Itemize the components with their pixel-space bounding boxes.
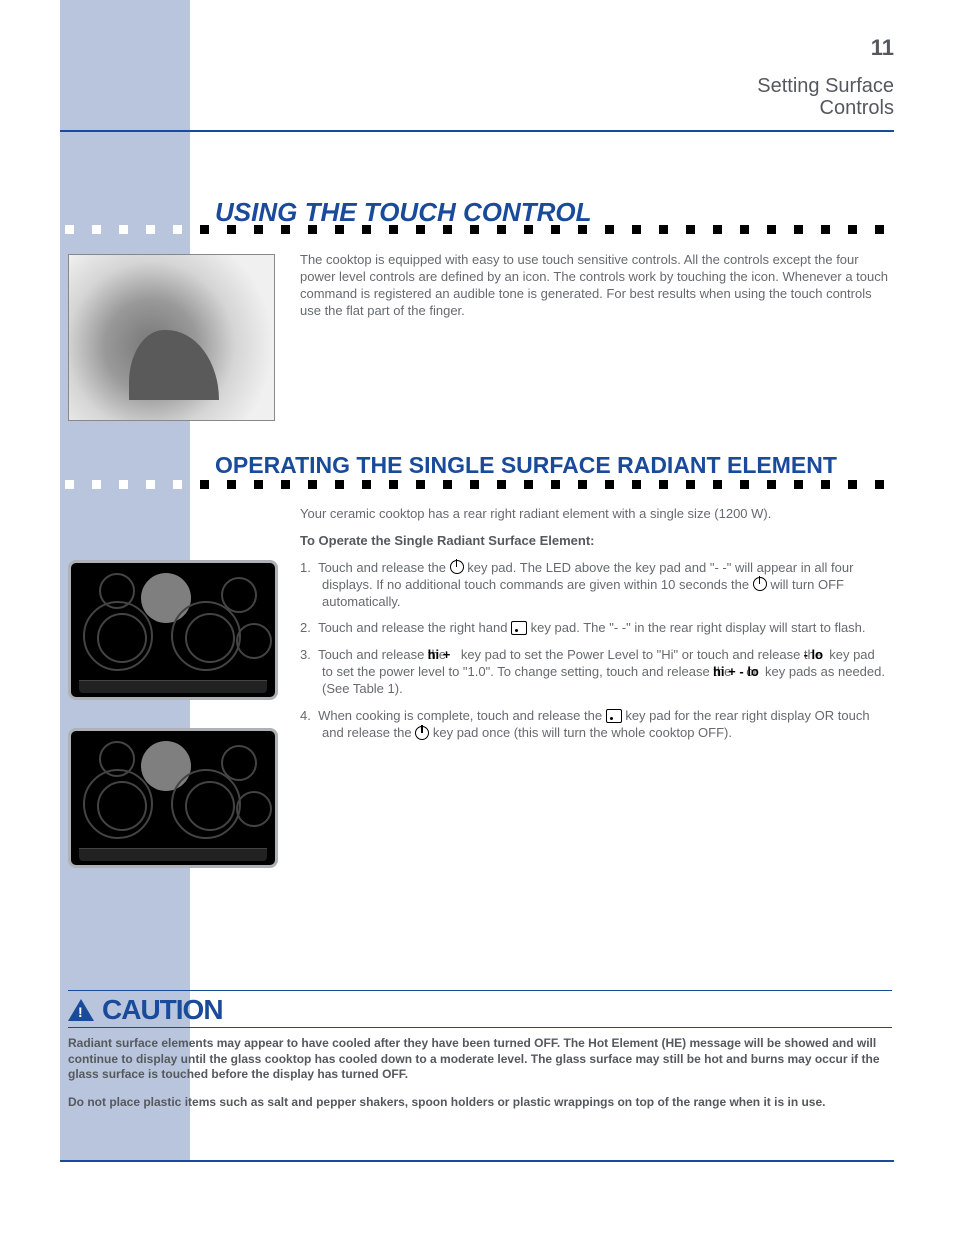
header-title: Setting Surface Controls [757, 75, 894, 119]
caution-box: CAUTION Radiant surface elements may app… [68, 990, 892, 1122]
header-line2: Controls [757, 97, 894, 119]
section-dots-2 [65, 480, 894, 490]
touch-control-photo [68, 254, 275, 421]
on-icon [511, 621, 527, 635]
section-title-single-element: OPERATING THE SINGLE SURFACE RADIANT ELE… [215, 452, 894, 479]
section1-body: The cooktop is equipped with easy to use… [300, 252, 889, 320]
bottom-divider [60, 1160, 894, 1162]
step-4: 4. When cooking is complete, touch and r… [300, 708, 889, 742]
step-2: 2. Touch and release the right hand key … [300, 620, 889, 637]
cooktop-illustration-2 [68, 728, 278, 868]
power-icon [753, 577, 767, 591]
manual-page: 11 Setting Surface Controls USING THE TO… [0, 0, 954, 1235]
on-icon [606, 709, 622, 723]
top-divider [60, 130, 894, 132]
page-number: 11 [871, 35, 894, 61]
hi-plus-icon: hi + [450, 647, 458, 664]
header-line1: Setting Surface [757, 75, 894, 97]
step-1: 1. Touch and release the key pad. The LE… [300, 560, 889, 611]
caution-body: Radiant surface elements may appear to h… [68, 1036, 892, 1110]
intro-1: Your ceramic cooktop has a rear right ra… [300, 506, 889, 523]
intro-2: To Operate the Single Radiant Surface El… [300, 533, 889, 550]
power-icon [415, 726, 429, 740]
caution-p1: Radiant surface elements may appear to h… [68, 1036, 892, 1083]
section-title-touch-control: USING THE TOUCH CONTROL [215, 197, 894, 228]
caution-title: CAUTION [102, 994, 223, 1026]
caution-p2: Do not place plastic items such as salt … [68, 1095, 892, 1111]
step-3: 3. Touch and release the hi + key pad to… [300, 647, 889, 698]
power-icon [450, 560, 464, 574]
cooktop-illustration-1 [68, 560, 278, 700]
caution-header: CAUTION [68, 990, 892, 1028]
section2-body: Your ceramic cooktop has a rear right ra… [300, 506, 889, 752]
warning-triangle-icon [68, 999, 94, 1021]
